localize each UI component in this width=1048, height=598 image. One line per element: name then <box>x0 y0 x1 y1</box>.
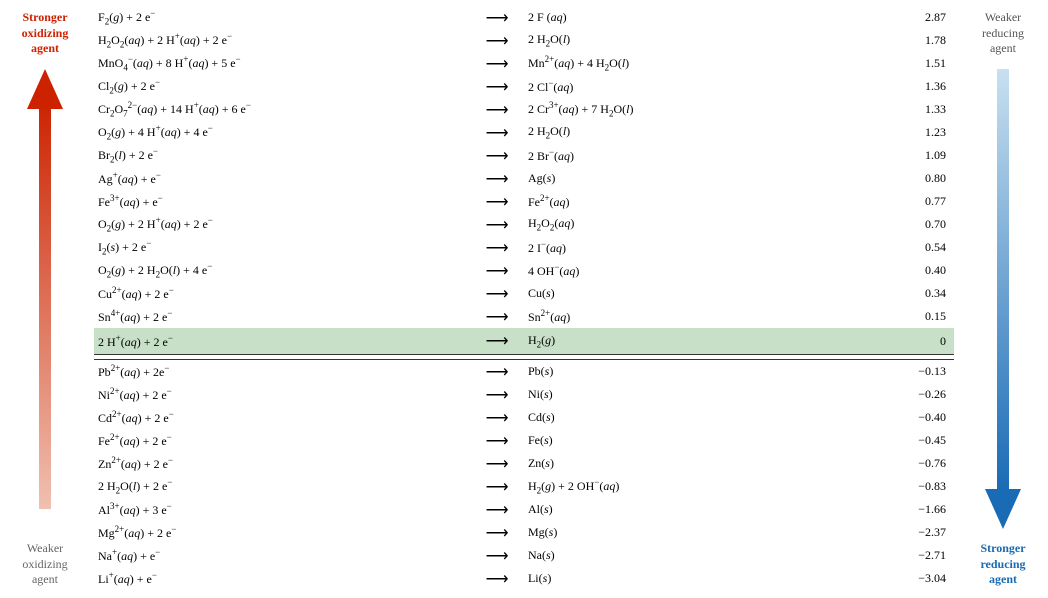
table-row: Sn4+(aq) + 2 e−⟶Sn2+(aq)0.15 <box>94 305 954 328</box>
table-row: F2(g) + 2 e−⟶2 F (aq)2.87 <box>94 6 954 29</box>
table-row: Fe3+(aq) + e−⟶Fe2+(aq)0.77 <box>94 190 954 213</box>
right-arrow-wrapper <box>985 57 1021 541</box>
table-row: Fe2+(aq) + 2 e−⟶Fe(s)−0.45 <box>94 429 954 452</box>
right-arrow-area: Weakerreducingagent Strongerreducingagen… <box>958 0 1048 598</box>
table-row: Cl2(g) + 2 e−⟶2 Cl−(aq)1.36 <box>94 75 954 98</box>
table-row: O2(g) + 2 H+(aq) + 2 e−⟶H2O2(aq)0.70 <box>94 213 954 236</box>
table-row: 2 H+(aq) + 2 e−⟶H2(g)0 <box>94 328 954 355</box>
table-row: Pb2+(aq) + 2e−⟶Pb(s)−0.13 <box>94 360 954 384</box>
table-row: 2 H2O(l) + 2 e−⟶H2(g) + 2 OH−(aq)−0.83 <box>94 475 954 498</box>
reduction-potentials-table: F2(g) + 2 e−⟶2 F (aq)2.87H2O2(aq) + 2 H+… <box>94 6 954 590</box>
weaker-reducing-label: Weakerreducingagent <box>982 10 1024 57</box>
table-row: Zn2+(aq) + 2 e−⟶Zn(s)−0.76 <box>94 452 954 475</box>
stronger-reducing-label: Strongerreducingagent <box>980 541 1025 588</box>
table-row: MnO4−(aq) + 8 H+(aq) + 5 e−⟶Mn2+(aq) + 4… <box>94 52 954 75</box>
table-row: Br2(l) + 2 e−⟶2 Br−(aq)1.09 <box>94 144 954 167</box>
table-row: Ni2+(aq) + 2 e−⟶Ni(s)−0.26 <box>94 383 954 406</box>
table-row: I2(s) + 2 e−⟶2 I−(aq)0.54 <box>94 236 954 259</box>
table-row: O2(g) + 2 H2O(l) + 4 e−⟶4 OH−(aq)0.40 <box>94 259 954 282</box>
table-row: O2(g) + 4 H+(aq) + 4 e−⟶2 H2O(l)1.23 <box>94 121 954 144</box>
table-row: Al3+(aq) + 3 e−⟶Al(s)−1.66 <box>94 498 954 521</box>
left-arrow-svg <box>27 69 63 529</box>
stronger-oxidizing-label: Strongeroxidizingagent <box>22 10 69 57</box>
table-row: Li+(aq) + e−⟶Li(s)−3.04 <box>94 567 954 590</box>
left-arrow-wrapper <box>0 57 90 541</box>
table-row: Cr2O72−(aq) + 14 H+(aq) + 6 e−⟶2 Cr3+(aq… <box>94 98 954 121</box>
table-row: Na+(aq) + e−⟶Na(s)−2.71 <box>94 544 954 567</box>
table-row: Ag+(aq) + e−⟶Ag(s)0.80 <box>94 167 954 190</box>
right-arrow-svg <box>985 69 1021 529</box>
table-row: Mg2+(aq) + 2 e−⟶Mg(s)−2.37 <box>94 521 954 544</box>
left-arrow-area: Strongeroxidizingagent Weakeroxidizingag… <box>0 0 90 598</box>
table-row: Cu2+(aq) + 2 e−⟶Cu(s)0.34 <box>94 282 954 305</box>
table-row: H2O2(aq) + 2 H+(aq) + 2 e−⟶2 H2O(l)1.78 <box>94 29 954 52</box>
table-area: F2(g) + 2 e−⟶2 F (aq)2.87H2O2(aq) + 2 H+… <box>90 0 958 598</box>
table-row: Cd2+(aq) + 2 e−⟶Cd(s)−0.40 <box>94 406 954 429</box>
weaker-oxidizing-label: Weakeroxidizingagent <box>22 541 67 588</box>
